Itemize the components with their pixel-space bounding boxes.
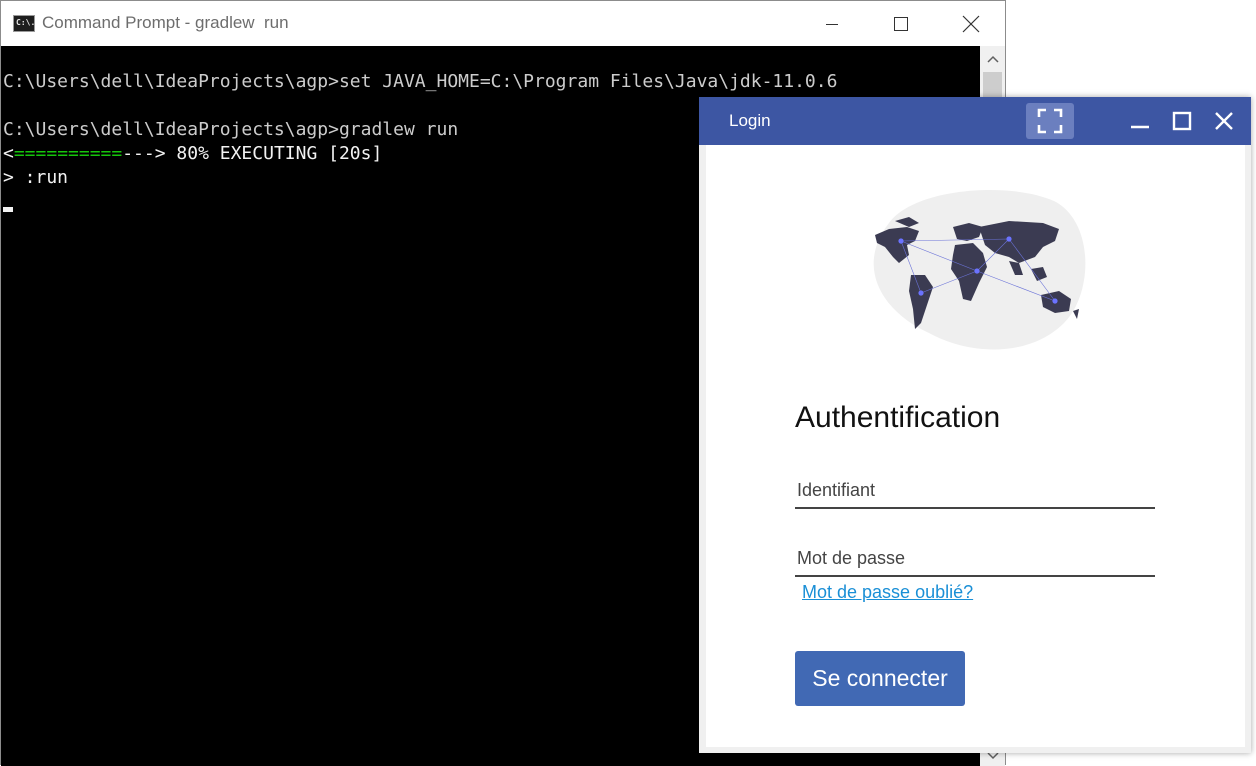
login-titlebar[interactable]: Login xyxy=(699,97,1251,145)
scroll-up-button[interactable] xyxy=(980,46,1005,72)
fullscreen-button[interactable] xyxy=(1026,103,1074,139)
progress-start: < xyxy=(3,143,14,164)
console-line: C:\Users\dell\IdeaProjects\agp>set JAVA_… xyxy=(3,71,838,92)
cmd-app-icon: C:\. xyxy=(13,15,35,32)
username-input[interactable] xyxy=(795,473,1155,509)
progress-status: 80% EXECUTING [20s] xyxy=(165,143,383,164)
world-map-illustration xyxy=(873,189,1086,350)
login-window-title: Login xyxy=(729,111,771,130)
login-minimize-button[interactable] xyxy=(1118,97,1162,145)
close-icon xyxy=(1215,112,1233,130)
progress-bar-filled: ========== xyxy=(13,143,123,164)
page-title: Authentification xyxy=(795,401,1001,434)
fullscreen-icon xyxy=(1037,108,1063,134)
login-form: Authentification Mot de passe oublié? Se… xyxy=(706,145,1245,747)
login-close-button[interactable] xyxy=(1202,97,1246,145)
login-button[interactable]: Se connecter xyxy=(795,651,965,706)
close-icon xyxy=(962,15,980,32)
chevron-up-icon xyxy=(986,55,999,63)
progress-line: <==========---> 80% EXECUTING [20s] xyxy=(3,142,382,166)
login-window: Login Authentification Identifiant Mot d… xyxy=(699,97,1251,753)
minimize-icon xyxy=(1131,125,1149,129)
progress-bar-remaining: ---> xyxy=(122,143,166,164)
maximize-icon xyxy=(1172,111,1192,131)
chevron-down-icon xyxy=(986,752,999,760)
cmd-titlebar[interactable]: C:\. Command Prompt - gradlew run xyxy=(1,1,1005,46)
cmd-close-button[interactable] xyxy=(948,1,994,46)
cmd-window-title: Command Prompt - gradlew run xyxy=(42,13,289,32)
password-input[interactable] xyxy=(795,541,1155,577)
cmd-maximize-button[interactable] xyxy=(878,1,924,46)
console-cursor xyxy=(3,207,13,212)
console-line: C:\Users\dell\IdeaProjects\agp>gradlew r… xyxy=(3,119,459,140)
login-maximize-button[interactable] xyxy=(1160,97,1204,145)
console-task-line: > :run xyxy=(3,167,69,188)
maximize-icon xyxy=(894,16,908,31)
forgot-password-link[interactable]: Mot de passe oublié? xyxy=(802,582,973,603)
minimize-icon xyxy=(826,23,838,25)
cmd-minimize-button[interactable] xyxy=(809,1,855,46)
